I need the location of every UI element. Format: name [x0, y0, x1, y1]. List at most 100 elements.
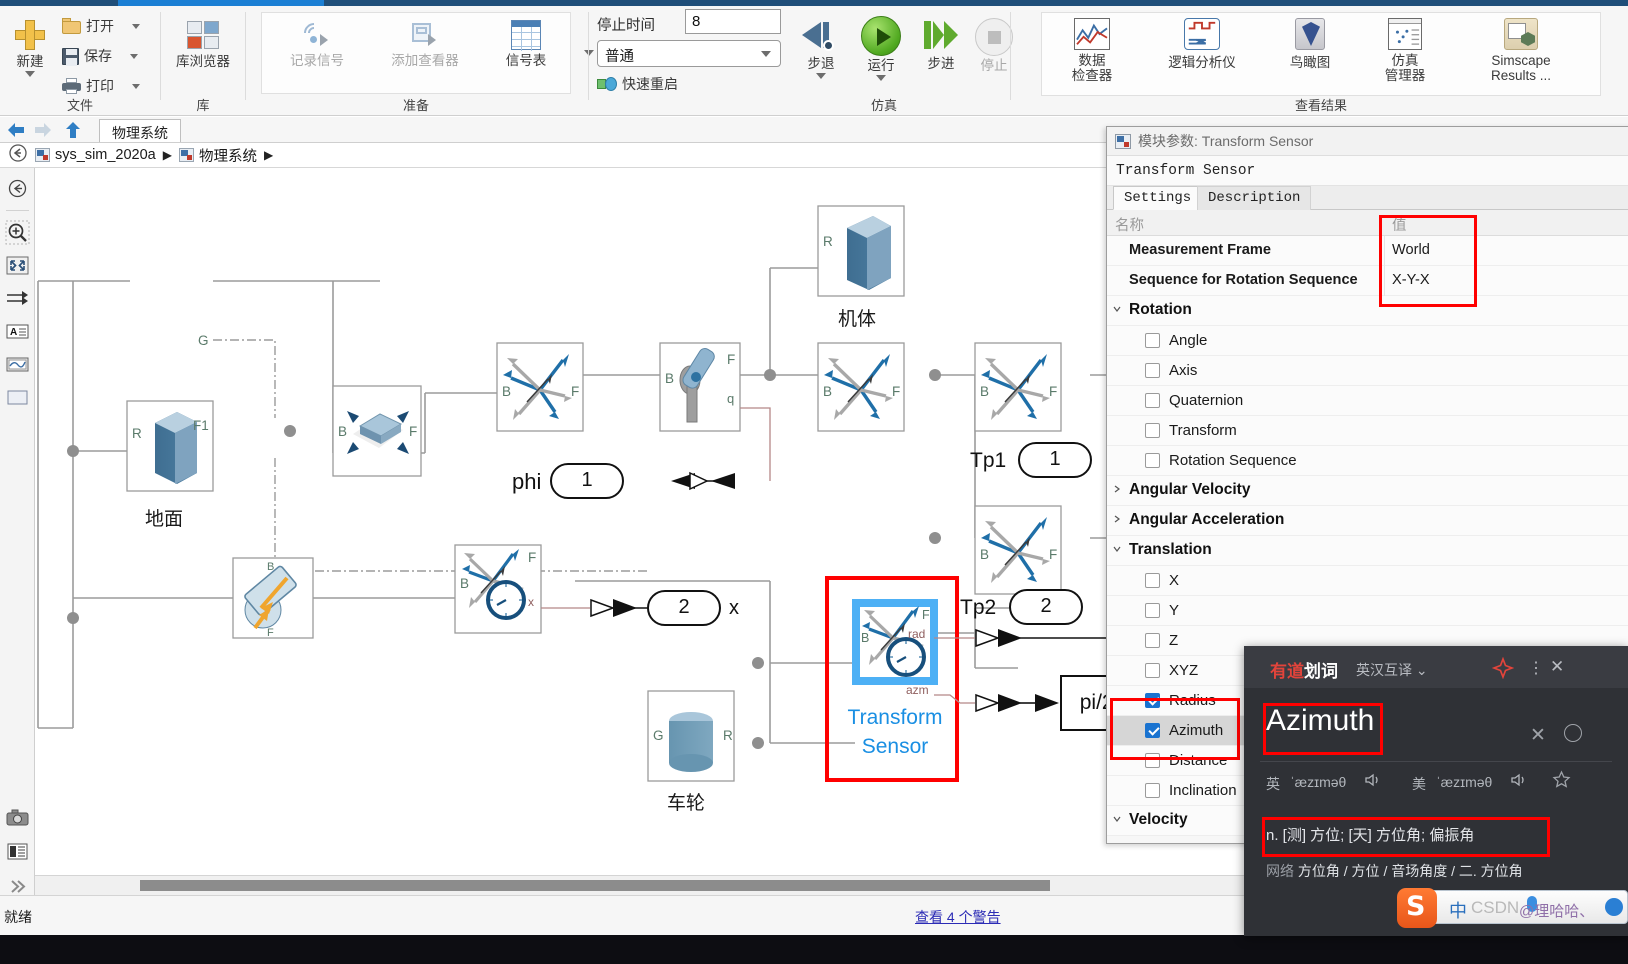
- birdseye-button[interactable]: 鸟瞰图: [1267, 18, 1353, 70]
- checkbox-row-transform[interactable]: Transform: [1107, 416, 1628, 446]
- property-row-rotation-sequence[interactable]: Sequence for Rotation Sequence X-Y-X: [1107, 266, 1628, 296]
- checkbox[interactable]: [1145, 573, 1160, 588]
- print-dropdown-caret[interactable]: [132, 83, 140, 89]
- checkbox[interactable]: [1145, 783, 1160, 798]
- block-rigid-transform-2: B F: [817, 342, 905, 432]
- us-speaker-icon[interactable]: [1510, 772, 1527, 793]
- checkbox[interactable]: [1145, 723, 1160, 738]
- youdao-header: 有道划词 英汉互译 ⌄ ⋮ ✕: [1244, 646, 1628, 688]
- forward-button[interactable]: [32, 120, 54, 140]
- checkbox-row-x[interactable]: X: [1107, 566, 1628, 596]
- uk-speaker-icon[interactable]: [1364, 772, 1381, 793]
- tab-settings[interactable]: Settings: [1113, 186, 1203, 210]
- pin-icon[interactable]: [1491, 656, 1515, 684]
- run-button[interactable]: 运行: [853, 16, 909, 81]
- subsystem-box-icon[interactable]: [5, 385, 30, 410]
- checkbox-row-y[interactable]: Y: [1107, 596, 1628, 626]
- navigate-back-icon[interactable]: [5, 176, 30, 201]
- save-button[interactable]: 保存: [62, 44, 138, 68]
- scope-icon[interactable]: [5, 352, 30, 377]
- group-row-translation[interactable]: Translation: [1107, 536, 1628, 566]
- fast-restart-button[interactable]: 快速重启: [597, 72, 678, 96]
- property-row-measurement-frame[interactable]: Measurement Frame World: [1107, 236, 1628, 266]
- checkbox[interactable]: [1145, 753, 1160, 768]
- close-icon[interactable]: ✕: [1550, 657, 1564, 677]
- breadcrumb-item-subsystem[interactable]: 物理系统: [178, 145, 257, 166]
- ime-language-indicator[interactable]: 中: [1449, 897, 1467, 923]
- label-tp2: Tp2: [960, 596, 997, 619]
- new-button[interactable]: 新建: [4, 20, 56, 77]
- model-tab-physical-system[interactable]: 物理系统: [99, 119, 181, 143]
- annotation-icon[interactable]: A: [5, 319, 30, 344]
- breadcrumb-item-model[interactable]: sys_sim_2020a: [35, 147, 156, 163]
- report-icon[interactable]: [5, 839, 30, 864]
- camera-icon[interactable]: [5, 806, 30, 831]
- add-viewer-button[interactable]: 添加查看器: [370, 20, 480, 68]
- open-button[interactable]: 打开: [62, 14, 140, 38]
- checkbox-row-quaternion[interactable]: Quaternion: [1107, 386, 1628, 416]
- block-revolute-joint: B F q: [659, 342, 741, 432]
- checkbox-row-angle[interactable]: Angle: [1107, 326, 1628, 356]
- breadcrumb-separator-icon-2: ▶: [263, 148, 274, 162]
- checkbox[interactable]: [1145, 423, 1160, 438]
- save-dropdown-caret[interactable]: [130, 53, 138, 59]
- favorite-star-icon[interactable]: [1552, 770, 1571, 793]
- property-value[interactable]: World: [1392, 242, 1430, 258]
- group-row-rotation[interactable]: Rotation: [1107, 296, 1628, 326]
- fit-to-view-icon[interactable]: [5, 253, 30, 278]
- canvas-hscroll-thumb[interactable]: [140, 880, 1050, 891]
- checkbox[interactable]: [1145, 453, 1160, 468]
- label-tp1: Tp1: [970, 449, 1007, 472]
- checkbox[interactable]: [1145, 333, 1160, 348]
- checkbox[interactable]: [1145, 663, 1160, 678]
- svg-text:B: B: [460, 576, 469, 591]
- open-dropdown-caret[interactable]: [132, 23, 140, 29]
- tab-description[interactable]: Description: [1197, 186, 1312, 210]
- group-row-angular-velocity[interactable]: Angular Velocity: [1107, 476, 1628, 506]
- stop-time-input[interactable]: 8: [685, 9, 781, 34]
- property-value[interactable]: X-Y-X: [1392, 272, 1430, 288]
- ribbon-group-label-library: 库: [196, 98, 210, 113]
- ribbon-group-prepare: 记录信号 添加查看器 信号表 准备: [246, 6, 594, 116]
- checkbox[interactable]: [1145, 633, 1160, 648]
- run-caret[interactable]: [876, 75, 886, 81]
- checkbox-label: Angle: [1169, 332, 1208, 349]
- ime-globe-icon[interactable]: [1605, 898, 1623, 916]
- group-row-angular-acceleration[interactable]: Angular Acceleration: [1107, 506, 1628, 536]
- clear-word-icon[interactable]: ✕: [1530, 724, 1546, 747]
- more-options-icon[interactable]: ⋮: [1528, 658, 1544, 678]
- plus-icon: [15, 20, 45, 50]
- sogou-ime-bar[interactable]: S 中 CSDN @理哈哈、: [1397, 888, 1628, 928]
- up-button[interactable]: [62, 120, 84, 140]
- checkbox[interactable]: [1145, 693, 1160, 708]
- sogou-logo-icon: S: [1397, 888, 1437, 928]
- search-circle-icon[interactable]: [1564, 724, 1582, 742]
- outport-tp1-number: 1: [1049, 448, 1061, 470]
- step-back-button[interactable]: 步退: [793, 16, 849, 79]
- sim-manager-button[interactable]: 仿真 管理器: [1365, 18, 1445, 83]
- checkbox[interactable]: [1145, 603, 1160, 618]
- signal-table-button[interactable]: 信号表: [486, 20, 566, 68]
- log-signals-button[interactable]: 记录信号: [268, 18, 366, 68]
- step-forward-button[interactable]: 步进: [913, 16, 969, 71]
- signal-lines-icon[interactable]: [5, 286, 30, 311]
- step-back-caret[interactable]: [816, 73, 826, 79]
- checkbox[interactable]: [1145, 393, 1160, 408]
- zoom-in-icon[interactable]: [5, 220, 30, 245]
- simscape-results-button[interactable]: Simscape Results ...: [1451, 18, 1591, 83]
- library-browser-button[interactable]: 库浏览器: [169, 20, 237, 69]
- simulation-mode-select[interactable]: 普通: [597, 40, 781, 67]
- checkbox[interactable]: [1145, 363, 1160, 378]
- save-icon: [62, 47, 79, 66]
- data-inspector-button[interactable]: 数据 检查器: [1049, 18, 1135, 83]
- status-warnings-link[interactable]: 查看 4 个警告: [915, 907, 1001, 927]
- breadcrumb-back-icon[interactable]: [0, 143, 35, 167]
- logic-analyzer-button[interactable]: 逻辑分析仪: [1147, 18, 1257, 70]
- new-dropdown-caret[interactable]: [25, 71, 35, 77]
- checkbox-row-axis[interactable]: Axis: [1107, 356, 1628, 386]
- svg-text:B: B: [861, 631, 869, 645]
- back-button[interactable]: [5, 120, 27, 140]
- youdao-mode-select[interactable]: 英汉互译 ⌄: [1356, 660, 1428, 680]
- checkbox-row-rotation-sequence[interactable]: Rotation Sequence: [1107, 446, 1628, 476]
- checkbox-label: X: [1169, 572, 1180, 589]
